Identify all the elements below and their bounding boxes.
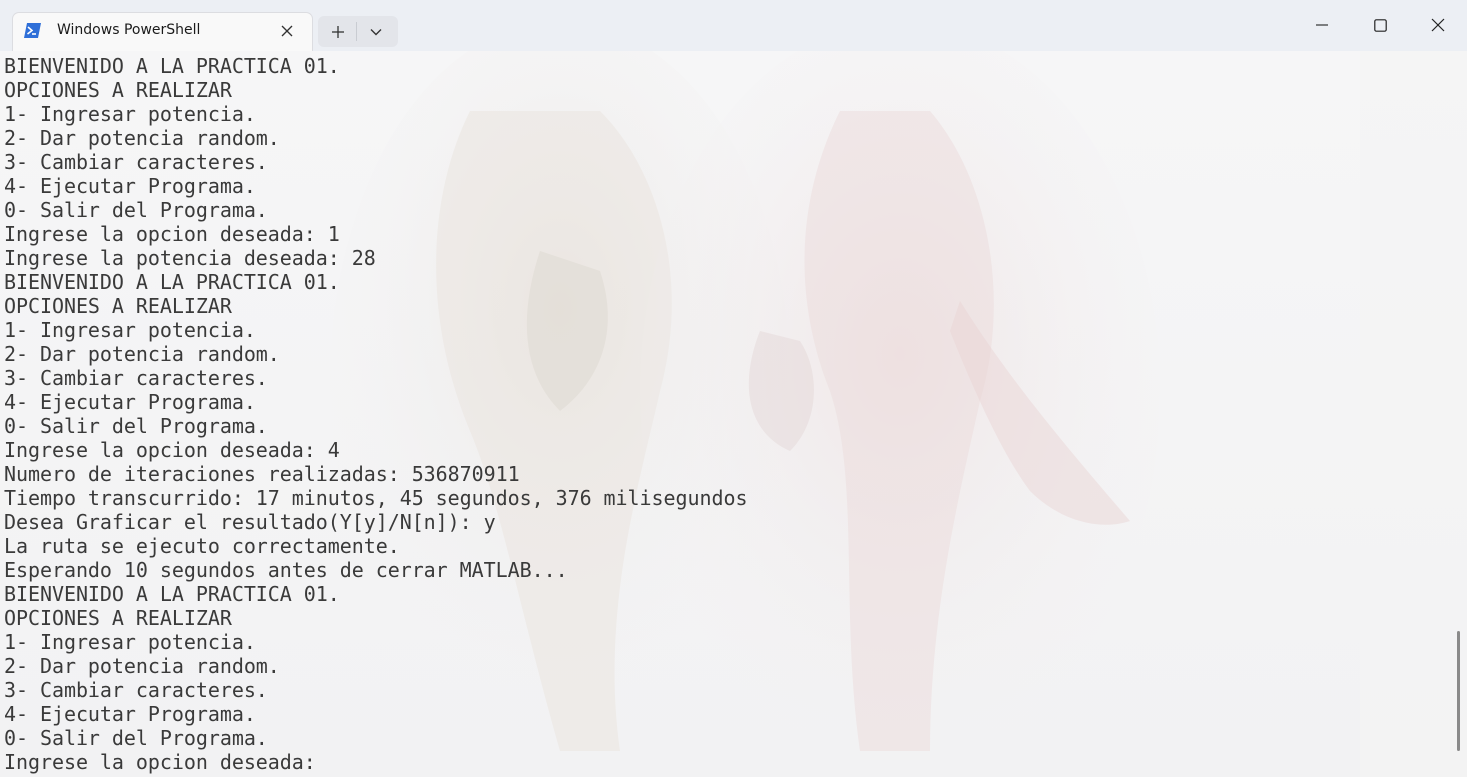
terminal-line: 1- Ingresar potencia. [4,102,256,126]
terminal-line: OPCIONES A REALIZAR [4,294,232,318]
terminal-line: 3- Cambiar caracteres. [4,366,268,390]
powershell-icon [24,23,41,38]
terminal-prompt-line[interactable]: Ingrese la opcion deseada: [4,750,747,774]
terminal-line: 4- Ejecutar Programa. [4,174,256,198]
terminal-line: BIENVENIDO A LA PRACTICA 01. [4,270,340,294]
plus-icon[interactable] [322,16,354,47]
new-tab-group [318,16,398,47]
vertical-scrollbar[interactable] [1457,631,1460,751]
terminal-line: 1- Ingresar potencia. [4,630,256,654]
chevron-down-icon[interactable] [360,16,392,47]
terminal-line: Ingrese la potencia deseada: 28 [4,246,376,270]
terminal-line: BIENVENIDO A LA PRACTICA 01. [4,582,340,606]
terminal-line: 0- Salir del Programa. [4,726,268,750]
terminal-line: Ingrese la opcion deseada: 1 [4,222,340,246]
maximize-icon[interactable] [1351,0,1409,50]
close-window-icon[interactable] [1409,0,1467,50]
tab-powershell[interactable]: Windows PowerShell [12,12,313,51]
terminal-line: 3- Cambiar caracteres. [4,150,268,174]
divider [356,22,357,41]
terminal-line: 0- Salir del Programa. [4,414,268,438]
powershell-window: Windows PowerShell BIENVENIDO A LA PRACT… [0,0,1467,777]
title-bar[interactable]: Windows PowerShell [0,0,1467,51]
terminal-line: 2- Dar potencia random. [4,342,280,366]
close-icon[interactable] [275,19,299,43]
terminal-line: Desea Graficar el resultado(Y[y]/N[n]): … [4,510,496,534]
minimize-icon[interactable] [1293,0,1351,50]
terminal-output-area[interactable]: BIENVENIDO A LA PRACTICA 01. OPCIONES A … [0,51,1467,777]
terminal-line: Numero de iteraciones realizadas: 536870… [4,462,520,486]
terminal-line: Ingrese la opcion deseada: 4 [4,438,340,462]
tab-title: Windows PowerShell [57,22,201,38]
terminal-line: 2- Dar potencia random. [4,654,280,678]
terminal-line: OPCIONES A REALIZAR [4,606,232,630]
terminal-lines: BIENVENIDO A LA PRACTICA 01. OPCIONES A … [4,54,748,774]
terminal-line: 4- Ejecutar Programa. [4,702,256,726]
terminal-line: Tiempo transcurrido: 17 minutos, 45 segu… [4,486,748,510]
terminal-line: BIENVENIDO A LA PRACTICA 01. [4,54,340,78]
terminal-line: 1- Ingresar potencia. [4,318,256,342]
terminal-line: 3- Cambiar caracteres. [4,678,268,702]
terminal-line: OPCIONES A REALIZAR [4,78,232,102]
terminal-line: 2- Dar potencia random. [4,126,280,150]
terminal-line: Esperando 10 segundos antes de cerrar MA… [4,558,568,582]
terminal-line: 0- Salir del Programa. [4,198,268,222]
terminal-line: 4- Ejecutar Programa. [4,390,256,414]
terminal-line: La ruta se ejecuto correctamente. [4,534,400,558]
